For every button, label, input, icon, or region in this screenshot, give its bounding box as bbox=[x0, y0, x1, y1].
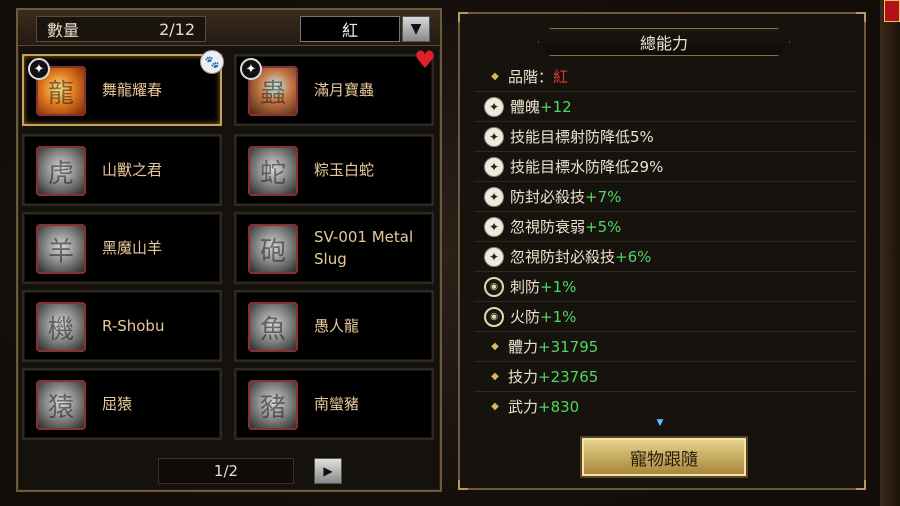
pet-name: 屈猿 bbox=[102, 395, 133, 413]
stat-label: 體力 bbox=[508, 338, 539, 356]
stat-row: ◆ 武力 +830 bbox=[474, 392, 856, 420]
paw-icon: 🐾 bbox=[200, 50, 224, 74]
pet-card[interactable]: 豬 南蠻豬 bbox=[234, 368, 434, 440]
star-icon: ✦ bbox=[484, 216, 504, 237]
pet-card[interactable]: 砲 SV-001 Metal Slug bbox=[234, 212, 434, 284]
star-icon: ✦ bbox=[484, 126, 504, 147]
game-screen: 數量 2/12 紅 ▼ 龍 ✦ 舞龍耀春 🐾 蟲 ✦ 滿月寶蟲 ♥ 虎 山獸之君… bbox=[0, 0, 900, 506]
stat-value: +1% bbox=[540, 277, 577, 296]
frame-corner bbox=[856, 12, 866, 22]
stat-label: 體魄 bbox=[510, 98, 541, 116]
stats-title: 總能力 bbox=[538, 28, 790, 56]
plane-icon: 機 bbox=[36, 302, 86, 352]
frame-corner bbox=[458, 480, 468, 490]
stat-value: +6% bbox=[615, 247, 652, 266]
chevron-down-icon[interactable]: ▼ bbox=[402, 16, 430, 42]
stat-label: 忽視防封必殺技 bbox=[510, 248, 616, 266]
pet-card[interactable]: 蟲 ✦ 滿月寶蟲 ♥ bbox=[234, 48, 436, 126]
diamond-icon: ◆ bbox=[491, 371, 499, 382]
stat-row: ✦ 技能目標水防降低29% bbox=[474, 152, 856, 182]
next-page-button[interactable]: ▶ bbox=[314, 458, 342, 484]
pet-name: 山獸之君 bbox=[102, 161, 163, 179]
grade-row: ◆ 品階： 紅 bbox=[474, 62, 856, 92]
pet-card[interactable]: 羊 黑魔山羊 bbox=[22, 212, 222, 284]
pet-card[interactable]: 機 R-Shobu bbox=[22, 290, 222, 362]
stat-label: 武力 bbox=[508, 398, 539, 416]
star-rank-icon: ✦ bbox=[240, 58, 262, 80]
pet-follow-button[interactable]: 寵物跟隨 bbox=[582, 438, 746, 476]
heart-icon: ♥ bbox=[414, 46, 436, 74]
stat-row: ◆ 技力 +23765 bbox=[474, 362, 856, 392]
stat-value: +12 bbox=[540, 97, 572, 116]
star-icon: ✦ bbox=[484, 156, 504, 177]
stat-row: ◉ 刺防 +1% bbox=[474, 272, 856, 302]
pet-list-panel: 數量 2/12 紅 ▼ 龍 ✦ 舞龍耀春 🐾 蟲 ✦ 滿月寶蟲 ♥ 虎 山獸之君… bbox=[16, 8, 442, 492]
stat-row: ✦ 忽視防封必殺技 +6% bbox=[474, 242, 856, 272]
diamond-icon: ◆ bbox=[491, 71, 499, 82]
frame-corner bbox=[856, 480, 866, 490]
pet-count-box: 數量 2/12 bbox=[36, 16, 206, 42]
pet-name: 愚人龍 bbox=[314, 317, 360, 335]
pet-name: 粽玉白蛇 bbox=[314, 161, 375, 179]
pet-card[interactable]: 虎 山獸之君 bbox=[22, 134, 222, 206]
stat-value: +7% bbox=[585, 187, 622, 206]
tiger-icon: 虎 bbox=[36, 146, 86, 196]
goat-icon: 羊 bbox=[36, 224, 86, 274]
stat-label: 忽視防衰弱 bbox=[510, 218, 586, 236]
stat-row: ✦ 體魄 +12 bbox=[474, 92, 856, 122]
pet-list-header: 數量 2/12 紅 ▼ bbox=[18, 10, 440, 46]
stat-label: 刺防 bbox=[510, 278, 541, 296]
pet-grid: 龍 ✦ 舞龍耀春 🐾 蟲 ✦ 滿月寶蟲 ♥ 虎 山獸之君 蛇 粽玉白蛇 羊 黑魔… bbox=[22, 48, 436, 442]
page-indicator: 1/2 bbox=[158, 458, 294, 484]
pet-count-value: 2/12 bbox=[159, 19, 195, 39]
star-icon: ✦ bbox=[484, 96, 504, 117]
close-tab-icon[interactable] bbox=[884, 0, 900, 22]
stat-value: +1% bbox=[540, 307, 577, 326]
stat-label: 防封必殺技 bbox=[510, 188, 586, 206]
stat-row: ✦ 忽視防衰弱 +5% bbox=[474, 212, 856, 242]
grade-value: 紅 bbox=[553, 68, 569, 86]
tank-icon: 砲 bbox=[248, 224, 298, 274]
diamond-icon: ◆ bbox=[491, 341, 499, 352]
star-rank-icon: ✦ bbox=[28, 58, 50, 80]
stat-value: +23765 bbox=[538, 367, 599, 386]
stat-value: +31795 bbox=[538, 337, 599, 356]
stat-row: ◉ 火防 +1% bbox=[474, 302, 856, 332]
stat-row: ✦ 技能目標射防降低5% bbox=[474, 122, 856, 152]
stat-label: 技能目標射防降低5% bbox=[510, 128, 654, 146]
grade-label: 品階： bbox=[508, 68, 554, 86]
pet-count-label: 數量 bbox=[47, 21, 80, 40]
star-icon: ✦ bbox=[484, 246, 504, 267]
fish-dragon-icon: 魚 bbox=[248, 302, 298, 352]
pet-name: R-Shobu bbox=[102, 317, 165, 335]
grade-filter-select[interactable]: 紅 bbox=[300, 16, 400, 42]
side-frame bbox=[880, 0, 900, 506]
star-icon: ✦ bbox=[484, 186, 504, 207]
diamond-icon: ◆ bbox=[491, 401, 499, 412]
stat-row: ◆ 體力 +31795 bbox=[474, 332, 856, 362]
monkey-icon: 猿 bbox=[36, 380, 86, 430]
stat-row: ✦ 防封必殺技 +7% bbox=[474, 182, 856, 212]
stats-list[interactable]: ◆ 品階： 紅 ✦ 體魄 +12 ✦ 技能目標射防降低5% ✦ 技能目標水防降低… bbox=[474, 62, 856, 420]
pet-card[interactable]: 蛇 粽玉白蛇 bbox=[234, 134, 434, 206]
pet-name: SV-001 Metal Slug bbox=[314, 228, 414, 268]
stats-panel: 總能力 ◆ 品階： 紅 ✦ 體魄 +12 ✦ 技能目標射防降低5% ✦ 技能目標… bbox=[458, 12, 866, 490]
snake-icon: 蛇 bbox=[248, 146, 298, 196]
pet-card[interactable]: 龍 ✦ 舞龍耀春 🐾 bbox=[22, 50, 224, 126]
pig-icon: 豬 bbox=[248, 380, 298, 430]
pet-name: 南蠻豬 bbox=[314, 395, 360, 413]
stat-label: 火防 bbox=[510, 308, 541, 326]
pet-name: 黑魔山羊 bbox=[102, 239, 163, 257]
stat-value: +5% bbox=[585, 217, 622, 236]
pet-card[interactable]: 魚 愚人龍 bbox=[234, 290, 434, 362]
ring-icon: ◉ bbox=[484, 276, 504, 297]
ring-icon: ◉ bbox=[484, 306, 504, 327]
scroll-down-icon: ▼ bbox=[656, 418, 664, 428]
stat-label: 技能目標水防降低29% bbox=[510, 158, 664, 176]
pet-card[interactable]: 猿 屈猿 bbox=[22, 368, 222, 440]
frame-corner bbox=[458, 12, 468, 22]
stat-value: +830 bbox=[538, 397, 580, 416]
stat-label: 技力 bbox=[508, 368, 539, 386]
